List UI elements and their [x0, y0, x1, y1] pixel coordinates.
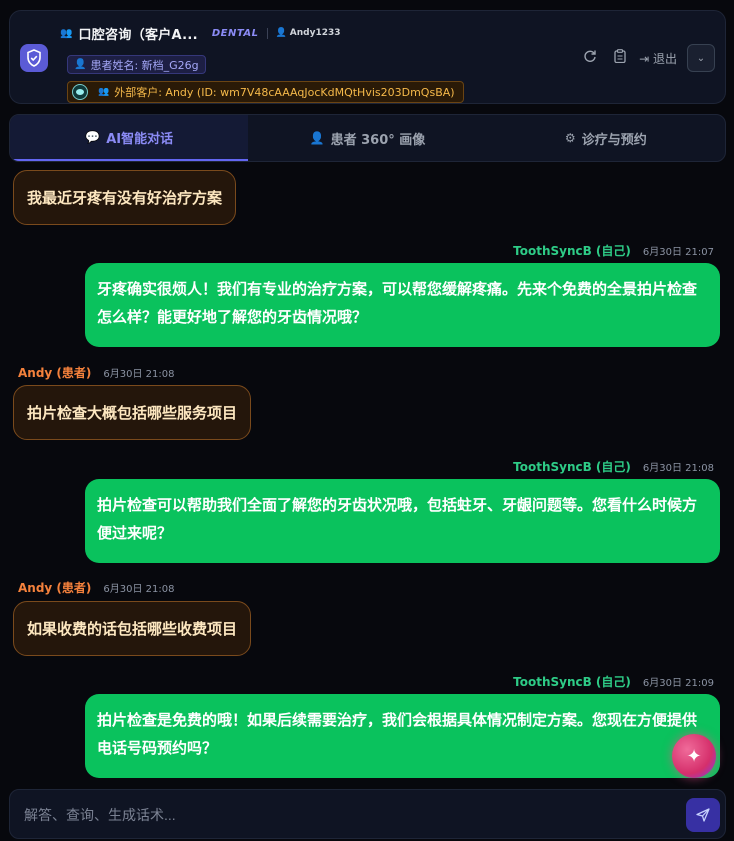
- tab-label: 诊疗与预约: [581, 132, 647, 148]
- patient-name-text: 患者姓名: 新档_G26g: [90, 58, 199, 72]
- refresh-icon[interactable]: [575, 49, 605, 67]
- session-header: 👥 口腔咨询（客户A... DENTAL 👤 Andy1233 👤 患者姓名: …: [9, 10, 726, 104]
- message-meta: ToothSyncB (自己) 6月30日 21:08: [513, 458, 714, 475]
- message-time: 6月30日 21:09: [642, 678, 714, 689]
- sender-name: ToothSyncB (自己): [513, 675, 631, 689]
- message-meta: Andy (患者) 6月30日 21:08: [18, 579, 174, 596]
- message-meta: ToothSyncB (自己) 6月30日 21:07: [513, 242, 714, 259]
- message-time: 6月30日 21:08: [642, 463, 714, 474]
- user-icon: 👤: [275, 28, 287, 38]
- people-icon: 👥: [60, 27, 73, 39]
- clipboard-icon[interactable]: [605, 49, 635, 67]
- message-text: 拍片检查大概包括哪些服务项目: [27, 404, 238, 422]
- chevron-down-icon[interactable]: ⌄: [687, 44, 715, 72]
- patient-message: 如果收费的话包括哪些收费项目: [13, 601, 252, 656]
- patient-name-badge[interactable]: 👤 患者姓名: 新档_G26g: [67, 55, 206, 74]
- message-meta: ToothSyncB (自己) 6月30日 21:09: [513, 673, 714, 690]
- message-text: 拍片检查可以帮助我们全面了解您的牙齿状况哦，包括蛀牙、牙龈问题等。您看什么时候方…: [97, 496, 698, 542]
- tab-patient-profile[interactable]: 👤 患者 360° 画像: [248, 115, 486, 161]
- divider: [266, 27, 268, 39]
- ai-assist-button[interactable]: ✦: [672, 734, 716, 778]
- tab-label: 患者 360° 画像: [330, 132, 426, 148]
- tab-label: AI智能对话: [106, 131, 174, 147]
- sender-name: Andy (患者): [18, 581, 92, 595]
- message-time: 6月30日 21:07: [642, 247, 714, 258]
- logout-label: 退出: [652, 51, 677, 66]
- patient-message: 我最近牙疼有没有好治疗方案: [13, 170, 237, 225]
- message-text: 我最近牙疼有没有好治疗方案: [27, 189, 223, 207]
- patient-message: 拍片检查大概包括哪些服务项目: [13, 385, 252, 440]
- message-text: 如果收费的话包括哪些收费项目: [27, 620, 238, 638]
- sender-name: ToothSyncB (自己): [513, 244, 631, 258]
- message-time: 6月30日 21:08: [103, 584, 175, 595]
- people-icon: 👥: [98, 87, 110, 97]
- sender-name: ToothSyncB (自己): [513, 460, 631, 474]
- main-tabs: 💬 AI智能对话 👤 患者 360° 画像 ⚙ 诊疗与预约: [9, 114, 726, 162]
- tab-treatment-appointment[interactable]: ⚙ 诊疗与预约: [487, 115, 725, 161]
- message-meta: Andy (患者) 6月30日 21:08: [18, 364, 174, 381]
- logout-icon: ⇥: [639, 51, 650, 66]
- session-title: 口腔咨询（客户A...: [78, 27, 198, 43]
- tab-ai-chat[interactable]: 💬 AI智能对话: [10, 115, 249, 161]
- person-icon: 👤: [74, 59, 87, 70]
- person-icon: 👤: [309, 131, 325, 145]
- gear-icon: ⚙: [564, 131, 576, 145]
- external-customer-badge[interactable]: 👥 外部客户: Andy (ID: wm7V48cAAAqJocKdMQtHvi…: [67, 81, 464, 103]
- message-time: 6月30日 21:08: [103, 369, 175, 380]
- logout-button[interactable]: ⇥ 退出: [639, 50, 677, 67]
- chat-icon: 💬: [85, 130, 101, 144]
- chat-area[interactable]: 我最近牙疼有没有好治疗方案 ToothSyncB (自己) 6月30日 21:0…: [0, 163, 734, 783]
- customer-avatar: [72, 84, 88, 100]
- sender-name: Andy (患者): [18, 366, 92, 380]
- composer: [9, 789, 726, 839]
- domain-tag: DENTAL: [211, 27, 259, 39]
- shield-icon: [20, 44, 48, 72]
- bot-message: 牙疼确实很烦人！我们有专业的治疗方案，可以帮您缓解疼痛。先来个免费的全景拍片检查…: [85, 263, 720, 347]
- message-text: 拍片检查是免费的哦！如果后续需要治疗，我们会根据具体情况制定方案。您现在方便提供…: [97, 711, 698, 757]
- message-input[interactable]: [24, 802, 664, 828]
- send-button[interactable]: [686, 798, 720, 832]
- sparkle-icon: ✦: [686, 745, 702, 767]
- bot-message: 拍片检查可以帮助我们全面了解您的牙齿状况哦，包括蛀牙、牙龈问题等。您看什么时候方…: [85, 479, 720, 563]
- message-text: 牙疼确实很烦人！我们有专业的治疗方案，可以帮您缓解疼痛。先来个免费的全景拍片检查…: [97, 280, 698, 326]
- send-icon: [696, 808, 710, 822]
- bot-message: 拍片检查是免费的哦！如果后续需要治疗，我们会根据具体情况制定方案。您现在方便提供…: [85, 694, 720, 778]
- username: Andy1233: [289, 28, 341, 38]
- external-customer-text: 外部客户: Andy (ID: wm7V48cAAAqJocKdMQtHvis2…: [114, 86, 455, 99]
